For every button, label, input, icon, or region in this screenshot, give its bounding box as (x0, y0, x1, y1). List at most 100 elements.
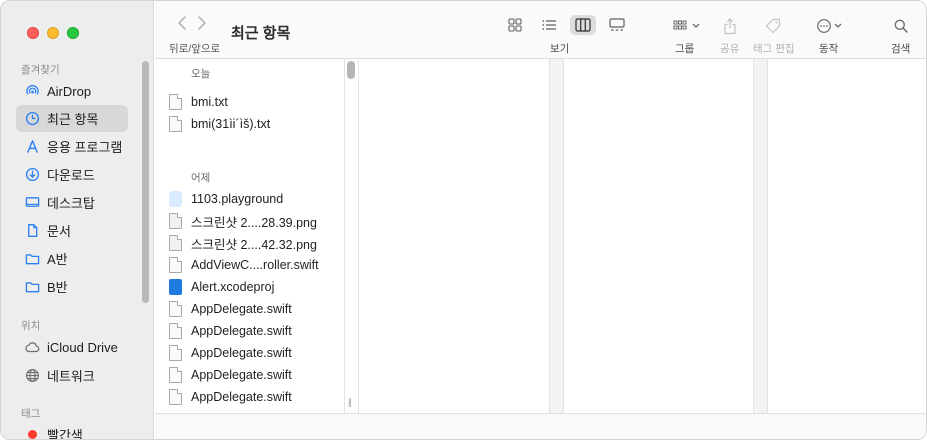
column-scrollbar[interactable] (347, 61, 355, 79)
sidebar-item-downloads[interactable]: 다운로드 (16, 161, 128, 188)
file-item[interactable]: Alert.xcodeproj (169, 276, 274, 298)
sidebar-item-label: iCloud Drive (47, 340, 118, 355)
sidebar-scrollbar[interactable] (142, 61, 149, 303)
tag-dot-icon (24, 427, 40, 439)
back-button[interactable] (177, 15, 187, 31)
swift-file-icon (169, 345, 182, 361)
file-name: 1103.playground (191, 192, 284, 206)
applications-icon (24, 139, 40, 155)
swift-file-icon (169, 323, 182, 339)
file-item[interactable]: bmi(31ìi´ìš).txt (169, 113, 270, 135)
file-item[interactable]: AppDelegate.swift (169, 298, 292, 320)
window-controls (27, 27, 79, 39)
sidebar-item-network[interactable]: 네트워크 (16, 362, 128, 389)
clock-icon (24, 111, 40, 127)
group-button[interactable] (671, 15, 703, 37)
image-file-icon (169, 235, 182, 251)
sidebar-item-icloud-drive[interactable]: iCloud Drive (16, 334, 128, 361)
sidebar-item-airdrop[interactable]: AirDrop (16, 78, 128, 105)
file-item[interactable]: AppDelegate.swift (169, 386, 292, 408)
zoom-button[interactable] (67, 27, 79, 39)
sidebar-item-recents[interactable]: 최근 항목 (16, 105, 128, 132)
group-header-today: 오늘 (191, 68, 211, 80)
column-view-button[interactable] (570, 15, 596, 35)
locations-header: 위치 (21, 320, 41, 332)
file-name: AppDelegate.swift (191, 390, 292, 404)
file-name: AddViewC....roller.swift (191, 258, 319, 272)
swift-file-icon (169, 257, 182, 273)
cloud-icon (24, 340, 40, 356)
sidebar-item-label: A반 (47, 252, 68, 267)
sidebar-item-label: 문서 (47, 224, 71, 239)
airdrop-icon (24, 84, 40, 100)
action-button[interactable] (815, 15, 845, 37)
file-name: bmi(31ìi´ìš).txt (191, 117, 271, 131)
document-icon (24, 223, 40, 239)
sidebar-item-label: 최근 항목 (47, 112, 99, 127)
sidebar-item-folder-b[interactable]: B반 (16, 273, 128, 300)
file-item[interactable]: bmi.txt (169, 91, 228, 113)
file-item[interactable]: AddViewC....roller.swift (169, 254, 319, 276)
action-label: 동작 (819, 43, 839, 55)
folder-icon (24, 279, 40, 295)
tags-header: 태그 (21, 408, 41, 420)
search-label: 검색 (891, 43, 911, 55)
group-label: 그룹 (675, 43, 695, 55)
minimize-button[interactable] (47, 27, 59, 39)
forward-button[interactable] (197, 15, 207, 31)
toolbar: 뒤로/앞으로 최근 항목 보기 그룹 공유 태그 편집 동작 검색 (155, 1, 926, 59)
column-gap (754, 59, 767, 413)
file-name: bmi.txt (191, 95, 228, 109)
nav-label: 뒤로/앞으로 (169, 43, 221, 55)
favorites-header: 즐겨찾기 (21, 64, 60, 76)
sidebar-item-folder-a[interactable]: A반 (16, 245, 128, 272)
sidebar-item-label: 다운로드 (47, 168, 95, 183)
sidebar-item-label: 응용 프로그램 (47, 140, 123, 155)
sidebar-item-applications[interactable]: 응용 프로그램 (16, 133, 128, 160)
column-gap (550, 59, 563, 413)
sidebar-item-documents[interactable]: 문서 (16, 217, 128, 244)
desktop-icon (24, 195, 40, 211)
playground-icon (169, 191, 182, 207)
sidebar-item-label: 빨간색 (47, 428, 83, 440)
xcodeproj-icon (169, 279, 182, 295)
file-item[interactable]: AppDelegate.swift (169, 342, 292, 364)
swift-file-icon (169, 389, 182, 405)
path-bar (155, 413, 926, 439)
sidebar-item-tag-red[interactable]: 빨간색 (16, 421, 128, 440)
file-name: Alert.xcodeproj (191, 280, 275, 294)
column-divider (563, 59, 564, 413)
sidebar-item-label: AirDrop (47, 84, 92, 99)
gallery-view-button[interactable] (604, 15, 630, 35)
sidebar-item-label: 데스크탑 (47, 196, 95, 211)
file-item[interactable]: AppDelegate.swift (169, 320, 292, 342)
file-item[interactable]: 스크린샷 2....28.39.png (169, 210, 317, 232)
globe-icon (24, 368, 40, 384)
file-name: AppDelegate.swift (191, 302, 292, 316)
file-item[interactable]: 스크린샷 2....42.32.png (169, 232, 317, 254)
nav-buttons (177, 15, 207, 31)
list-view-button[interactable] (536, 15, 562, 35)
sidebar-item-label: 네트워크 (47, 369, 95, 384)
sidebar-item-desktop[interactable]: 데스크탑 (16, 189, 128, 216)
file-item[interactable]: 1103.playground (169, 188, 283, 210)
tag-edit-button[interactable] (762, 15, 786, 37)
view-label: 보기 (550, 43, 570, 55)
tag-edit-label: 태그 편집 (753, 43, 795, 55)
file-item[interactable]: AppDelegate.swift (169, 364, 292, 386)
sidebar-item-label: B반 (47, 280, 68, 295)
download-icon (24, 167, 40, 183)
folder-icon (24, 251, 40, 267)
swift-file-icon (169, 301, 182, 317)
file-name: AppDelegate.swift (191, 368, 292, 382)
close-button[interactable] (27, 27, 39, 39)
group-header-yesterday: 어제 (191, 172, 211, 184)
icon-view-button[interactable] (502, 15, 528, 35)
view-mode-control (502, 15, 630, 35)
share-button[interactable] (719, 15, 741, 37)
search-button[interactable] (892, 15, 910, 37)
column-resize-handle[interactable]: || (348, 397, 352, 407)
recents-column: 오늘 bmi.txt bmi(31ìi´ìš).txt 어제 1103.play… (155, 59, 345, 413)
file-name: 스크린샷 2....42.32.png (191, 237, 317, 252)
finder-window: 즐겨찾기 AirDrop 최근 항목 응용 프로그램 다운로드 데스크탑 문서 … (0, 0, 927, 440)
